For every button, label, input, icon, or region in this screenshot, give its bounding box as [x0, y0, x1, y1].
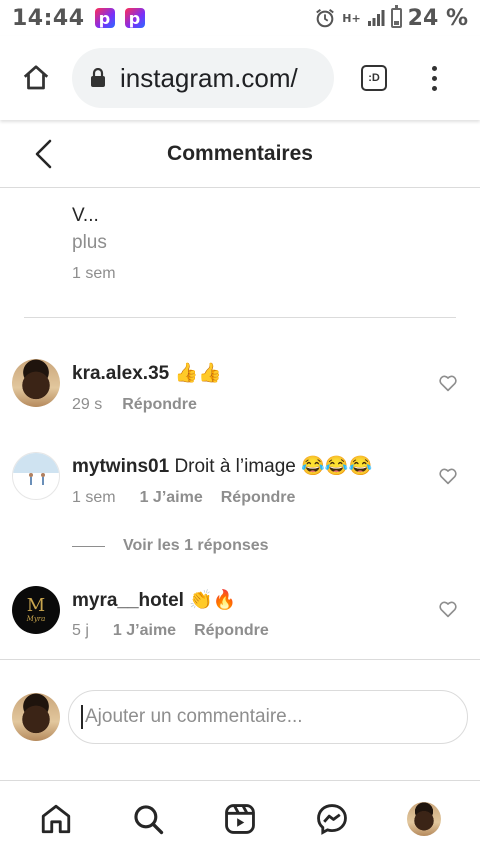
tab-count: :D [361, 65, 387, 91]
status-time: 14:44 [12, 5, 85, 31]
comment-input[interactable]: Ajouter un commentaire... [68, 690, 468, 744]
divider [24, 317, 456, 318]
avatar [12, 693, 60, 741]
nav-reels[interactable] [222, 801, 258, 837]
menu-dot [431, 65, 437, 71]
browser-toolbar: instagram.com/ :D [0, 36, 480, 120]
comment-time: 1 sem [72, 489, 116, 506]
likes-count[interactable]: 1 J’aime [113, 622, 176, 640]
alarm-icon [316, 8, 335, 28]
avatar-logo-script: Myra [26, 615, 46, 623]
view-replies-button[interactable]: Voir les 1 réponses [72, 537, 269, 555]
avatar-logo-letter: M [26, 595, 46, 616]
comment-time: 5 j [72, 622, 89, 639]
comment-text: myra__hotel 👏🔥 [72, 588, 237, 612]
bottom-navigation [0, 780, 480, 854]
nav-messenger[interactable] [314, 801, 350, 837]
menu-dot [431, 75, 437, 81]
comment-text: kra.alex.35 👍👍 [72, 361, 222, 385]
more-link[interactable]: plus [72, 232, 107, 254]
home-icon [41, 804, 71, 834]
reply-button[interactable]: Répondre [122, 396, 197, 414]
reels-icon [225, 804, 255, 834]
nav-search[interactable] [130, 801, 166, 837]
signal-icon [367, 10, 385, 26]
profile-avatar [407, 802, 441, 836]
battery-icon [390, 5, 402, 28]
heart-icon[interactable] [438, 374, 458, 392]
tab-switcher-button[interactable]: :D [334, 36, 414, 120]
comment-body: 👍👍 [174, 363, 222, 384]
app-notification-icon: p [94, 8, 115, 28]
avatar[interactable] [12, 359, 60, 407]
messenger-icon [317, 804, 347, 835]
divider [0, 659, 480, 660]
comment-username[interactable]: mytwins01 [72, 456, 169, 477]
nav-home[interactable] [38, 801, 74, 837]
comments-header: Commentaires [0, 120, 480, 188]
search-icon [134, 805, 164, 835]
network-type: H+ [342, 11, 361, 25]
status-bar: 14:44 p p H+ 24 % [0, 0, 480, 36]
heart-icon[interactable] [438, 467, 458, 485]
comment-body: 👏🔥 [189, 590, 237, 611]
reply-button[interactable]: Répondre [221, 489, 296, 507]
comment-text: mytwins01 Droit à l’image 😂😂😂 [72, 454, 372, 478]
avatar[interactable] [12, 452, 60, 500]
likes-count[interactable]: 1 J’aime [140, 489, 203, 507]
browser-home-button[interactable] [0, 36, 72, 120]
address-bar[interactable]: instagram.com/ [72, 48, 334, 108]
comment-meta: 1 sem 1 J’aime Répondre [72, 489, 295, 507]
caption-text: V... [72, 205, 99, 226]
browser-menu-button[interactable] [414, 36, 454, 120]
avatar-image [13, 453, 59, 485]
comment-username[interactable]: kra.alex.35 [72, 363, 169, 384]
battery-level: 24 % [407, 5, 468, 31]
caption-time: 1 sem [72, 265, 116, 282]
text-caret [81, 705, 83, 729]
comment-body: Droit à l’image 😂😂😂 [174, 456, 373, 477]
view-replies-label: Voir les 1 réponses [123, 537, 269, 554]
comment-time: 29 s [72, 396, 103, 413]
comment-meta: 5 j 1 J’aime Répondre [72, 622, 269, 640]
comment-username[interactable]: myra__hotel [72, 590, 184, 611]
reply-button[interactable]: Répondre [194, 622, 269, 640]
comment-meta: 29 s Répondre [72, 396, 197, 414]
heart-icon[interactable] [438, 600, 458, 618]
menu-dot [431, 85, 437, 91]
avatar[interactable]: M Myra [12, 586, 60, 634]
home-icon [23, 65, 49, 90]
comment-input-placeholder: Ajouter un commentaire... [85, 706, 303, 727]
nav-profile[interactable] [406, 801, 442, 837]
lock-icon [91, 68, 105, 87]
app-notification-icon: p [124, 8, 145, 28]
url-text: instagram.com/ [120, 62, 298, 93]
page-title: Commentaires [167, 141, 313, 165]
back-arrow-icon[interactable] [30, 138, 58, 170]
replies-line [72, 545, 105, 547]
